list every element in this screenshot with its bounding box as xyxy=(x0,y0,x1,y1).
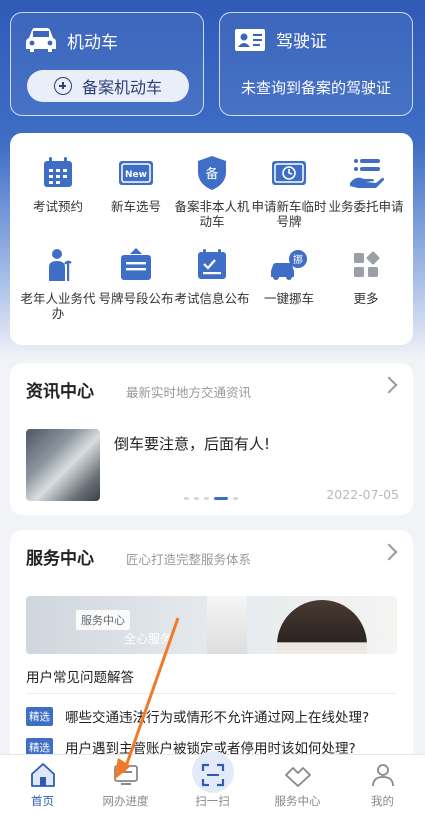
service-label: 更多 xyxy=(353,291,379,306)
temp-plate-icon xyxy=(269,153,309,193)
service-center-card: 服务中心 匠心打造完整服务体系 服务中心 全心服务 用户常见问题解答 精选 哪些… xyxy=(10,530,413,770)
service-register-others-vehicle[interactable]: 备 备案非本人机动车 xyxy=(172,153,252,229)
tab-label: 服务中心 xyxy=(274,794,321,808)
service-temp-plate[interactable]: 申请新车临时号牌 xyxy=(249,153,329,229)
headset-agent-image xyxy=(277,600,367,654)
profile-icon xyxy=(369,761,397,789)
banner-tag: 服务中心 xyxy=(76,610,130,630)
calendar-icon xyxy=(38,153,78,193)
shield-bei-icon: 备 xyxy=(192,153,232,193)
register-vehicle-label: 备案机动车 xyxy=(81,78,162,97)
service-label: 申请新车临时号牌 xyxy=(251,199,327,229)
service-center-subtitle: 匠心打造完整服务体系 xyxy=(126,552,252,567)
license-card-title: 驾驶证 xyxy=(276,32,327,52)
chevron-right-icon[interactable] xyxy=(380,376,398,394)
service-center-title: 服务中心 xyxy=(26,549,94,569)
featured-badge: 精选 xyxy=(26,706,53,726)
service-center-icon xyxy=(284,761,312,789)
service-label: 考试信息公布 xyxy=(174,291,250,306)
new-glyph: New xyxy=(125,170,147,180)
service-label: 一键挪车 xyxy=(263,291,314,306)
new-plate-icon: New xyxy=(116,153,156,193)
move-car-icon: 挪 xyxy=(269,245,309,285)
faq-item[interactable]: 精选 哪些交通违法行为或情形不允许通过网上在线处理? xyxy=(26,706,369,726)
license-card[interactable]: 驾驶证 未查询到备案的驾驶证 xyxy=(219,12,413,116)
service-label: 新车选号 xyxy=(110,199,161,214)
monitor-icon xyxy=(112,761,140,789)
news-date: 2022-07-05 xyxy=(326,487,399,502)
tab-profile[interactable]: 我的 xyxy=(340,755,425,820)
carousel-indicator xyxy=(184,497,238,500)
tab-label: 扫一扫 xyxy=(195,794,230,808)
faq-heading: 用户常见问题解答 xyxy=(26,670,134,686)
news-subtitle: 最新实时地方交通资讯 xyxy=(126,385,252,400)
service-plate-segment[interactable]: 号牌号段公布 xyxy=(96,245,176,306)
vehicle-card[interactable]: 机动车 备案机动车 xyxy=(10,12,204,116)
plate-segment-icon xyxy=(116,245,156,285)
elderly-icon xyxy=(38,245,78,285)
service-label: 业务委托申请 xyxy=(328,199,404,214)
tab-scan[interactable]: 扫一扫 xyxy=(170,751,255,820)
banner-slogan: 全心服务 xyxy=(124,632,173,646)
service-label: 号牌号段公布 xyxy=(98,291,174,306)
service-label: 老年人业务代办 xyxy=(20,291,96,321)
car-icon xyxy=(25,27,57,53)
tab-progress[interactable]: 网办进度 xyxy=(83,755,168,820)
service-label: 备案非本人机动车 xyxy=(174,199,250,229)
news-title: 资讯中心 xyxy=(26,382,94,402)
scan-icon xyxy=(199,761,227,789)
tab-label: 我的 xyxy=(371,794,394,808)
chevron-right-icon[interactable] xyxy=(380,543,398,561)
vehicle-card-title: 机动车 xyxy=(67,32,118,53)
news-thumbnail[interactable] xyxy=(26,429,100,501)
license-card-icon xyxy=(234,28,266,52)
service-label: 考试预约 xyxy=(32,199,83,214)
tab-home[interactable]: 首页 xyxy=(0,755,85,820)
news-card: 资讯中心 最新实时地方交通资讯 倒车要注意，后面有人! 2022-07-05 xyxy=(10,363,413,515)
tab-service-center[interactable]: 服务中心 xyxy=(255,755,340,820)
plus-circle-icon xyxy=(53,77,72,95)
license-status-text: 未查询到备案的驾驶证 xyxy=(240,79,391,97)
services-grid: 考试预约 New 新车选号 备 备案非本人机动车 申请新车临时号牌 业务委托申请… xyxy=(10,133,413,345)
bottom-tab-bar: 首页 网办进度 扫一扫 服务中心 我的 xyxy=(0,751,425,820)
service-elderly-proxy[interactable]: 老年人业务代办 xyxy=(18,245,98,321)
shield-glyph: 备 xyxy=(205,166,218,182)
exam-info-icon xyxy=(192,245,232,285)
move-glyph: 挪 xyxy=(293,253,303,266)
service-exam-info[interactable]: 考试信息公布 xyxy=(172,245,252,306)
tab-label: 首页 xyxy=(31,794,54,808)
register-vehicle-button[interactable]: 备案机动车 xyxy=(27,70,189,102)
delegate-icon xyxy=(346,153,386,193)
tab-label: 网办进度 xyxy=(102,794,149,808)
service-banner[interactable]: 服务中心 全心服务 xyxy=(26,596,397,654)
divider xyxy=(26,693,397,694)
service-move-car[interactable]: 挪 一键挪车 xyxy=(249,245,329,306)
service-delegation[interactable]: 业务委托申请 xyxy=(326,153,406,214)
more-icon xyxy=(346,245,386,285)
home-icon xyxy=(29,761,57,789)
service-new-plate-selection[interactable]: New 新车选号 xyxy=(96,153,176,214)
news-headline[interactable]: 倒车要注意，后面有人! xyxy=(114,433,270,454)
service-more[interactable]: 更多 xyxy=(326,245,406,306)
service-exam-booking[interactable]: 考试预约 xyxy=(18,153,98,214)
faq-question: 哪些交通违法行为或情形不允许通过网上在线处理? xyxy=(65,710,370,726)
